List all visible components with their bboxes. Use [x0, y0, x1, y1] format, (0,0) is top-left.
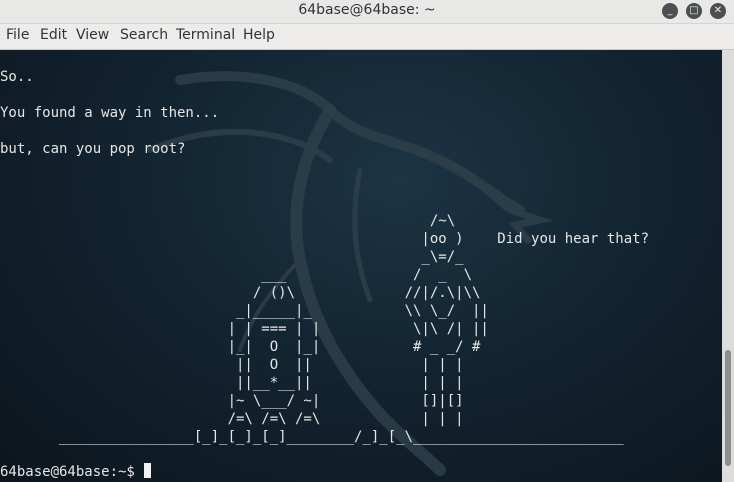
terminal-line: |oo ) Did you hear that? — [0, 231, 650, 247]
terminal-line: | | === | | \|\ /| || — [0, 321, 489, 337]
scrollbar-thumb[interactable] — [725, 350, 731, 466]
menu-file[interactable]: File — [6, 27, 29, 43]
menu-search[interactable]: Search — [120, 27, 168, 43]
menu-terminal[interactable]: Terminal — [176, 27, 235, 43]
window-controls: _ □ ✕ — [662, 3, 726, 19]
terminal-line: ___ / _ \ — [0, 267, 473, 283]
close-icon[interactable]: ✕ — [710, 3, 726, 19]
terminal-window: 64base@64base: ~ _ □ ✕ File Edit View Se… — [0, 0, 734, 482]
menu-bar: File Edit View Search Terminal Help — [0, 24, 734, 50]
menu-view[interactable]: View — [76, 27, 109, 43]
shell-prompt-line[interactable]: 64base@64base:~$ — [0, 463, 152, 481]
terminal-line: _|_____|_ \\ \_/ || — [0, 303, 489, 319]
window-title: 64base@64base: ~ — [298, 2, 436, 18]
terminal-line: |~ \___/ ~| []|[] — [0, 393, 464, 409]
terminal-line: || O || | | | — [0, 357, 464, 373]
terminal-line: _\=/_ — [0, 249, 464, 265]
terminal-line: / ()\ //|/.\|\\ — [0, 285, 481, 301]
maximize-icon[interactable]: □ — [686, 3, 702, 19]
terminal-line: |_| O |_| # _ _/ # — [0, 339, 481, 355]
vertical-scrollbar[interactable] — [722, 50, 734, 482]
text-cursor — [144, 463, 152, 478]
title-bar[interactable]: 64base@64base: ~ _ □ ✕ — [0, 0, 734, 24]
terminal-area[interactable]: So.. You found a way in then... but, can… — [0, 50, 722, 482]
terminal-line: You found a way in then... — [0, 105, 220, 121]
terminal-line: ||__*__|| | | | — [0, 375, 464, 391]
minimize-icon[interactable]: _ — [662, 3, 678, 19]
shell-prompt: 64base@64base:~$ — [0, 464, 144, 480]
terminal-line: but, can you pop root? — [0, 141, 186, 157]
menu-edit[interactable]: Edit — [40, 27, 67, 43]
terminal-line: ________________[_]_[_]_[_]________/_]_[… — [0, 429, 624, 445]
terminal-line: /~\ — [0, 213, 456, 229]
terminal-line: /=\ /=\ /=\ | | | — [0, 411, 464, 427]
terminal-line: So.. — [0, 69, 34, 85]
menu-help[interactable]: Help — [243, 27, 275, 43]
